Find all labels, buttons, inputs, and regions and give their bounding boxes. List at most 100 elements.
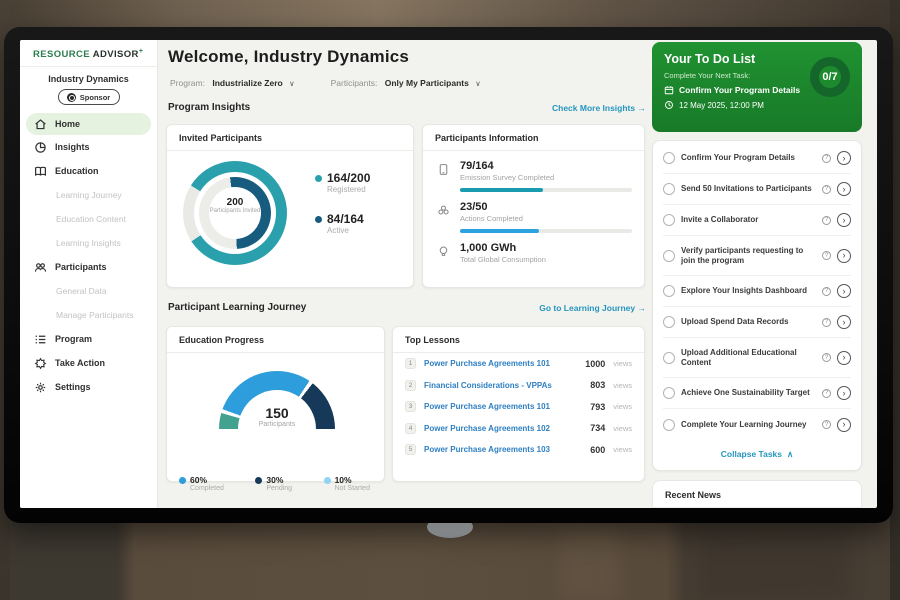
background-highlight — [560, 522, 620, 600]
legend-pending: 30% Pending — [255, 475, 292, 492]
chevron-down-icon: ∨ — [475, 79, 481, 88]
lesson-rank: 1 — [405, 358, 416, 369]
chevron-up-icon: ∧ — [787, 449, 793, 460]
lesson-rank: 2 — [405, 380, 416, 391]
logo-primary: RESOURCE — [33, 49, 90, 60]
sidebar-item-general-data[interactable]: General Data — [20, 279, 157, 303]
task-label[interactable]: Achieve One Sustainability Target — [681, 388, 816, 398]
sidebar-item-education-content[interactable]: Education Content — [20, 207, 157, 231]
go-to-learning-journey-link[interactable]: Go to Learning Journey → — [539, 303, 646, 313]
survey-icon — [437, 163, 450, 176]
help-icon[interactable]: ? — [822, 154, 831, 163]
sidebar-item-insights[interactable]: Insights — [20, 135, 157, 159]
chevron-right-icon[interactable]: › — [837, 351, 851, 365]
lesson-link[interactable]: Power Purchase Agreements 101 — [424, 359, 577, 368]
sidebar-item-label: Education — [55, 166, 99, 176]
task-checkbox[interactable] — [663, 285, 675, 297]
lesson-views: 1000 — [585, 359, 605, 369]
lesson-row: 2 Financial Considerations - VPPAs 803 v… — [393, 375, 644, 397]
gauge-center-label: Participants — [239, 421, 315, 428]
task-checkbox[interactable] — [663, 214, 675, 226]
task-label[interactable]: Verify participants requesting to join t… — [681, 246, 816, 266]
task-checkbox[interactable] — [663, 352, 675, 364]
task-row: Complete Your Learning Journey ? › — [663, 409, 851, 440]
settings-icon — [34, 381, 47, 394]
help-icon[interactable]: ? — [822, 287, 831, 296]
chevron-right-icon[interactable]: › — [837, 315, 851, 329]
sidebar-item-learning-journey[interactable]: Learning Journey — [20, 183, 157, 207]
logo-plus: + — [139, 48, 144, 55]
legend-dot — [324, 477, 331, 484]
task-label[interactable]: Explore Your Insights Dashboard — [681, 286, 816, 296]
task-checkbox[interactable] — [663, 183, 675, 195]
sidebar-item-settings[interactable]: Settings — [20, 375, 157, 399]
check-more-insights-link[interactable]: Check More Insights → — [552, 103, 646, 113]
lesson-views: 600 — [590, 445, 605, 455]
arrow-right-icon: → — [638, 103, 647, 113]
program-insights-header: Program Insights Check More Insights → — [168, 102, 646, 113]
chevron-right-icon[interactable]: › — [837, 418, 851, 432]
sidebar-item-manage-participants[interactable]: Manage Participants — [20, 303, 157, 327]
task-checkbox[interactable] — [663, 419, 675, 431]
task-label[interactable]: Complete Your Learning Journey — [681, 420, 816, 430]
sidebar-item-education[interactable]: Education — [20, 159, 157, 183]
sidebar-item-label: Participants — [55, 262, 107, 272]
task-checkbox[interactable] — [663, 152, 675, 164]
sidebar-item-label: Learning Insights — [56, 238, 121, 248]
lesson-row: 4 Power Purchase Agreements 102 734 view… — [393, 418, 644, 440]
arrow-right-icon: → — [638, 303, 647, 313]
task-row: Explore Your Insights Dashboard ? › — [663, 276, 851, 307]
chevron-right-icon[interactable]: › — [837, 182, 851, 196]
task-row: Verify participants requesting to join t… — [663, 236, 851, 276]
collapse-tasks-link[interactable]: Collapse Tasks ∧ — [663, 440, 851, 468]
lesson-link[interactable]: Financial Considerations - VPPAs — [424, 381, 582, 390]
sidebar-item-take-action[interactable]: Take Action — [20, 351, 157, 375]
help-icon[interactable]: ? — [822, 185, 831, 194]
monitor-bezel: RESOURCE ADVISOR+ Industry Dynamics Spon… — [4, 27, 893, 523]
participants-icon — [34, 261, 47, 274]
legend-not-started: 10% Not Started — [324, 475, 370, 492]
sidebar-item-participants[interactable]: Participants — [20, 255, 157, 279]
help-icon[interactable]: ? — [822, 251, 831, 260]
chevron-right-icon[interactable]: › — [837, 213, 851, 227]
task-row: Achieve One Sustainability Target ? › — [663, 378, 851, 409]
sidebar-item-learning-insights[interactable]: Learning Insights — [20, 231, 157, 255]
program-filter[interactable]: Program: Industrialize Zero ∨ — [170, 78, 295, 88]
registered-value: 164/200 — [327, 171, 370, 185]
help-icon[interactable]: ? — [822, 318, 831, 327]
legend-registered: 164/200 Registered — [315, 171, 370, 194]
task-label[interactable]: Invite a Collaborator — [681, 215, 816, 225]
help-icon[interactable]: ? — [822, 216, 831, 225]
education-progress-gauge-chart: 150 Participants — [167, 353, 384, 473]
insights-icon — [34, 141, 47, 154]
task-label[interactable]: Confirm Your Program Details — [681, 153, 816, 163]
help-icon[interactable]: ? — [822, 420, 831, 429]
chevron-right-icon[interactable]: › — [837, 386, 851, 400]
card-title: Top Lessons — [393, 327, 644, 353]
task-row: Invite a Collaborator ? › — [663, 205, 851, 236]
lesson-link[interactable]: Power Purchase Agreements 103 — [424, 445, 582, 454]
donut-legend: 164/200 Registered 84/164 Active — [315, 171, 370, 253]
sidebar-item-home[interactable]: Home — [26, 113, 151, 135]
participants-filter[interactable]: Participants: Only My Participants ∨ — [331, 78, 481, 88]
task-label[interactable]: Upload Spend Data Records — [681, 317, 816, 327]
legend-dot — [315, 175, 322, 182]
info-row-consumption: 1,000 GWh Total Global Consumption — [423, 233, 644, 264]
program-filter-value: Industrialize Zero — [212, 78, 282, 88]
chevron-right-icon[interactable]: › — [837, 151, 851, 165]
legend-dot — [255, 477, 262, 484]
task-checkbox[interactable] — [663, 250, 675, 262]
sponsor-badge[interactable]: Sponsor — [58, 89, 120, 105]
chevron-right-icon[interactable]: › — [837, 249, 851, 263]
lesson-link[interactable]: Power Purchase Agreements 102 — [424, 424, 582, 433]
help-icon[interactable]: ? — [822, 353, 831, 362]
task-label[interactable]: Upload Additional Educational Content — [681, 348, 816, 368]
sidebar-item-label: Program — [55, 334, 92, 344]
task-checkbox[interactable] — [663, 316, 675, 328]
sidebar-item-program[interactable]: Program — [20, 327, 157, 351]
task-label[interactable]: Send 50 Invitations to Participants — [681, 184, 816, 194]
chevron-right-icon[interactable]: › — [837, 284, 851, 298]
task-checkbox[interactable] — [663, 387, 675, 399]
lesson-link[interactable]: Power Purchase Agreements 101 — [424, 402, 582, 411]
help-icon[interactable]: ? — [822, 389, 831, 398]
